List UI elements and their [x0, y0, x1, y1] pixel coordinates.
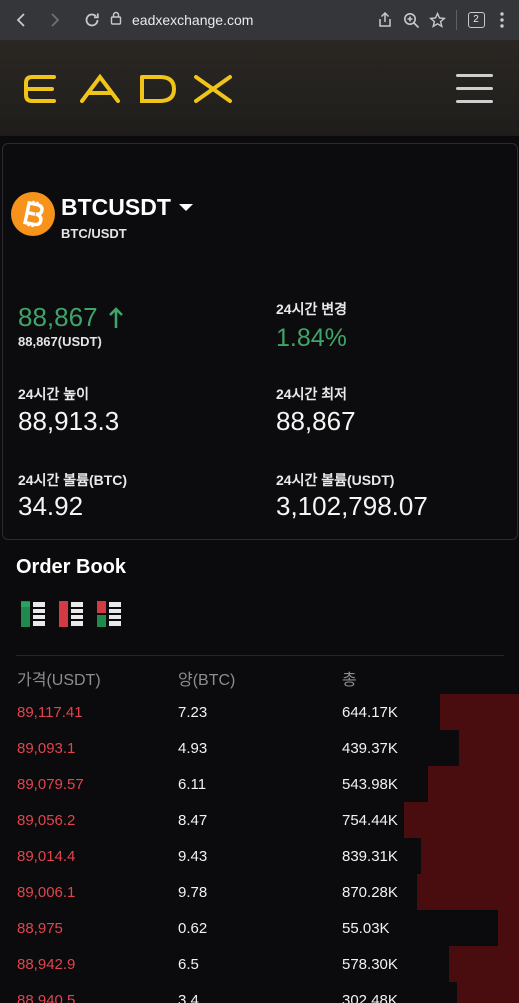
orderbook-row[interactable]: 89,014.4 9.43 839.31K	[0, 838, 519, 874]
low-label: 24시간 최저	[276, 386, 347, 402]
orderbook-row[interactable]: 88,940.5 3.4 302.48K	[0, 982, 519, 1003]
depth-bar	[498, 910, 519, 946]
price-cell: 89,006.1	[17, 884, 76, 901]
browser-toolbar: eadxexchange.com 2	[0, 0, 519, 40]
depth-bar	[448, 946, 519, 982]
bookmark-star-icon[interactable]	[424, 0, 450, 40]
arrow-up-icon	[108, 306, 123, 328]
amount-cell: 4.93	[178, 740, 208, 757]
zoom-icon[interactable]	[398, 0, 424, 40]
depth-bar	[403, 802, 519, 838]
volume-btc-label: 24시간 볼륨(BTC)	[18, 472, 128, 488]
orderbook-row[interactable]: 89,117.41 7.23 644.17K	[0, 694, 519, 730]
total-cell: 839.31K	[342, 848, 398, 865]
price-cell: 89,079.57	[17, 776, 84, 793]
orderbook-row[interactable]: 89,093.1 4.93 439.37K	[0, 730, 519, 766]
orderbook-asks-list: 89,117.41 7.23 644.17K 89,093.1 4.93 439.37K 8…	[0, 694, 519, 1003]
depth-bar	[421, 838, 519, 874]
volume-usdt-label: 24시간 볼륨(USDT)	[276, 472, 395, 488]
caret-down-icon	[178, 204, 193, 211]
orderbook-both-view-icon[interactable]	[21, 601, 47, 627]
address-bar[interactable]: eadxexchange.com	[110, 7, 360, 33]
amount-cell: 3.4	[178, 992, 199, 1003]
orderbook-asks-view-icon[interactable]	[59, 601, 85, 627]
depth-bar	[428, 766, 519, 802]
forward-icon[interactable]	[38, 0, 70, 40]
pair-selector[interactable]: BTCUSDT	[61, 194, 193, 221]
total-cell: 644.17K	[342, 704, 398, 721]
total-cell: 870.28K	[342, 884, 398, 901]
price-cell: 88,940.5	[17, 992, 76, 1003]
column-header-total: 총	[342, 672, 357, 689]
tab-switcher-button[interactable]: 2	[463, 0, 489, 40]
volume-btc-value: 34.92	[18, 491, 84, 521]
price-cell: 88,942.9	[17, 956, 76, 973]
ticker-card: BTCUSDT BTC/USDT 88,867 88,867(USDT) 24시…	[2, 143, 518, 540]
price-cell: 89,117.41	[17, 704, 83, 721]
amount-cell: 6.11	[178, 776, 207, 793]
site-header	[0, 40, 519, 136]
reload-icon[interactable]	[76, 0, 108, 40]
orderbook-title: Order Book	[16, 556, 127, 578]
amount-cell: 9.43	[178, 848, 208, 865]
back-icon[interactable]	[6, 0, 38, 40]
amount-cell: 8.47	[178, 812, 208, 829]
url-text: eadxexchange.com	[132, 12, 254, 28]
orderbook-row[interactable]: 89,056.2 8.47 754.44K	[0, 802, 519, 838]
orderbook-row[interactable]: 89,006.1 9.78 870.28K	[0, 874, 519, 910]
eadx-logo[interactable]	[24, 73, 234, 109]
high-value: 88,913.3	[18, 406, 120, 436]
depth-bar	[456, 982, 519, 1003]
price-cell: 89,014.4	[17, 848, 76, 865]
site-info-icon[interactable]	[110, 11, 122, 30]
price-cell: 89,093.1	[17, 740, 76, 757]
high-label: 24시간 높이	[18, 386, 89, 402]
column-header-price: 가격(USDT)	[17, 672, 101, 689]
total-cell: 439.37K	[342, 740, 398, 757]
last-price-value: 88,867	[18, 302, 98, 332]
pair-name: BTCUSDT	[61, 194, 171, 220]
low-value: 88,867	[276, 406, 356, 436]
total-cell: 543.98K	[342, 776, 398, 793]
orderbook-row[interactable]: 88,975 0.62 55.03K	[0, 910, 519, 946]
tab-count: 2	[467, 12, 485, 28]
orderbook-row[interactable]: 88,942.9 6.5 578.30K	[0, 946, 519, 982]
last-price: 88,867	[18, 302, 124, 333]
amount-cell: 9.78	[178, 884, 208, 901]
orderbook-bids-view-icon[interactable]	[97, 601, 123, 627]
orderbook-row[interactable]: 89,079.57 6.11 543.98K	[0, 766, 519, 802]
toolbar-divider	[456, 10, 457, 30]
change-value: 1.84%	[276, 324, 347, 352]
total-cell: 302.48K	[342, 992, 398, 1003]
amount-cell: 6.5	[178, 956, 199, 973]
depth-bar	[439, 694, 519, 730]
pair-subtitle: BTC/USDT	[61, 226, 127, 241]
price-cell: 88,975	[17, 920, 63, 937]
price-cell: 89,056.2	[17, 812, 76, 829]
bitcoin-icon	[11, 192, 55, 236]
column-header-amount: 양(BTC)	[178, 672, 236, 689]
total-cell: 578.30K	[342, 956, 398, 973]
volume-usdt-value: 3,102,798.07	[276, 491, 428, 521]
more-menu-icon[interactable]	[489, 0, 515, 40]
amount-cell: 7.23	[178, 704, 208, 721]
total-cell: 55.03K	[342, 920, 390, 937]
depth-bar	[417, 874, 519, 910]
orderbook-divider	[16, 655, 504, 656]
menu-toggle-button[interactable]	[456, 74, 493, 104]
change-label: 24시간 변경	[276, 301, 347, 317]
total-cell: 754.44K	[342, 812, 398, 829]
depth-bar	[458, 730, 519, 766]
amount-cell: 0.62	[178, 920, 208, 937]
share-icon[interactable]	[372, 0, 398, 40]
last-price-usdt: 88,867(USDT)	[18, 334, 102, 349]
